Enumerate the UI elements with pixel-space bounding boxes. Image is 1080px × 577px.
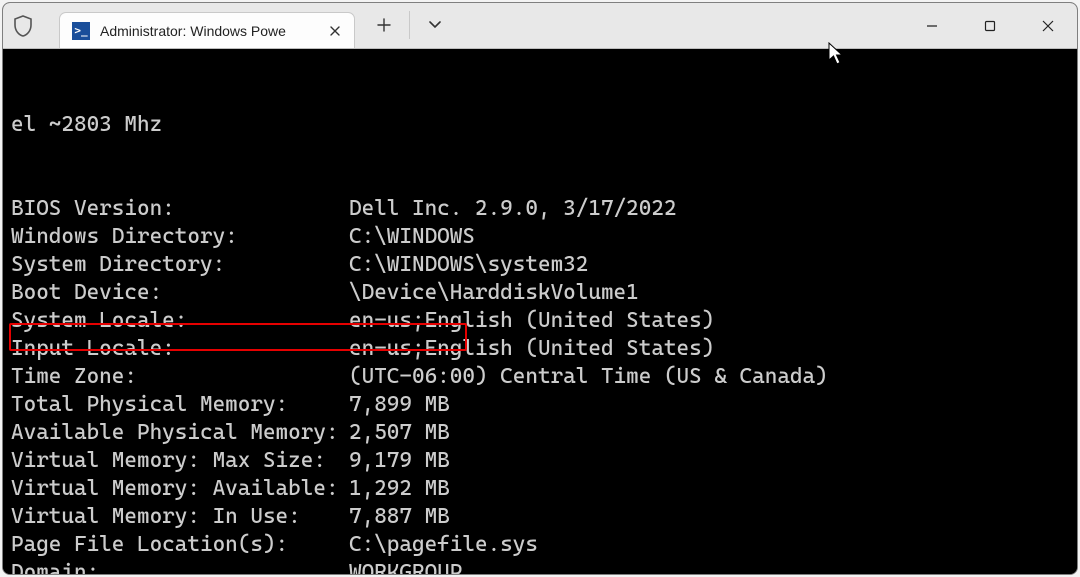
tab-active[interactable]: >_ Administrator: Windows Powe: [59, 12, 355, 48]
terminal-line: System Locale:en-us;English (United Stat…: [11, 307, 1069, 335]
titlebar: >_ Administrator: Windows Powe: [3, 3, 1077, 49]
terminal-line: Available Physical Memory:2,507 MB: [11, 419, 1069, 447]
terminal-key: Virtual Memory: Available:: [11, 475, 349, 503]
terminal-value: en-us;English (United States): [349, 335, 714, 363]
terminal-line: Input Locale:en-us;English (United State…: [11, 335, 1069, 363]
terminal-line-highlighted: Total Physical Memory:7,899 MB: [11, 391, 1069, 419]
tab-strip: >_ Administrator: Windows Powe: [53, 3, 903, 48]
terminal-value: 7,899 MB: [349, 391, 450, 419]
terminal-key: Page File Location(s):: [11, 531, 349, 559]
terminal-key: System Locale:: [11, 307, 349, 335]
terminal-key: Input Locale:: [11, 335, 349, 363]
terminal-line: Virtual Memory: Available:1,292 MB: [11, 475, 1069, 503]
titlebar-left: [3, 3, 53, 48]
terminal-value: en-us;English (United States): [349, 307, 714, 335]
terminal-line: System Directory:C:\WINDOWS\system32: [11, 251, 1069, 279]
terminal-line: Domain:WORKGROUP: [11, 559, 1069, 574]
new-tab-button[interactable]: [361, 2, 407, 48]
terminal-value: 2,507 MB: [349, 419, 450, 447]
terminal-line: BIOS Version:Dell Inc. 2.9.0, 3/17/2022: [11, 195, 1069, 223]
terminal-line: Boot Device:\Device\HarddiskVolume1: [11, 279, 1069, 307]
terminal-line: Virtual Memory: Max Size:9,179 MB: [11, 447, 1069, 475]
terminal-value: 7,887 MB: [349, 503, 450, 531]
tab-separator: [409, 11, 410, 39]
tab-actions: [361, 2, 458, 48]
terminal-value: WORKGROUP: [349, 559, 462, 574]
terminal-key: Time Zone:: [11, 363, 349, 391]
tab-title: Administrator: Windows Powe: [100, 23, 316, 39]
terminal-value: 1,292 MB: [349, 475, 450, 503]
window-controls: [903, 3, 1077, 48]
tab-dropdown-button[interactable]: [412, 2, 458, 48]
terminal-value: C:\WINDOWS: [349, 223, 475, 251]
terminal-line: Page File Location(s):C:\pagefile.sys: [11, 531, 1069, 559]
terminal-key: Available Physical Memory:: [11, 419, 349, 447]
terminal-key: Boot Device:: [11, 279, 349, 307]
terminal-value: 9,179 MB: [349, 447, 450, 475]
minimize-button[interactable]: [903, 3, 961, 48]
terminal-line: Virtual Memory: In Use:7,887 MB: [11, 503, 1069, 531]
terminal-output[interactable]: el ~2803 Mhz BIOS Version:Dell Inc. 2.9.…: [3, 49, 1077, 574]
terminal-value: C:\pagefile.sys: [349, 531, 538, 559]
terminal-value: C:\WINDOWS\system32: [349, 251, 588, 279]
powershell-icon: >_: [72, 22, 90, 40]
terminal-value: (UTC-06:00) Central Time (US & Canada): [349, 363, 828, 391]
terminal-key: Virtual Memory: In Use:: [11, 503, 349, 531]
close-button[interactable]: [1019, 3, 1077, 48]
maximize-button[interactable]: [961, 3, 1019, 48]
terminal-key: BIOS Version:: [11, 195, 349, 223]
app-window: >_ Administrator: Windows Powe: [2, 2, 1078, 575]
terminal-value: \Device\HarddiskVolume1: [349, 279, 639, 307]
terminal-line: el ~2803 Mhz: [11, 111, 1069, 139]
terminal-key: Windows Directory:: [11, 223, 349, 251]
terminal-key: Total Physical Memory:: [11, 391, 349, 419]
terminal-value: Dell Inc. 2.9.0, 3/17/2022: [349, 195, 677, 223]
terminal-line: Time Zone:(UTC-06:00) Central Time (US &…: [11, 363, 1069, 391]
terminal-key: Domain:: [11, 559, 349, 574]
terminal-key: Virtual Memory: Max Size:: [11, 447, 349, 475]
shield-icon: [13, 15, 33, 37]
terminal-line: Windows Directory:C:\WINDOWS: [11, 223, 1069, 251]
tab-close-icon[interactable]: [326, 22, 344, 40]
terminal-key: System Directory:: [11, 251, 349, 279]
